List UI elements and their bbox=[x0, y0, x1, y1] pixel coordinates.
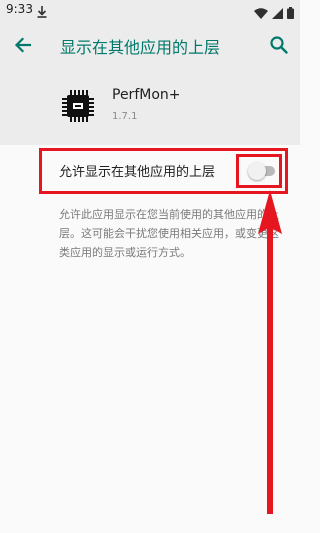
app-version: 1.7.1 bbox=[112, 111, 138, 122]
page-title: 显示在其他应用的上层 bbox=[60, 38, 221, 57]
chip-icon bbox=[60, 88, 96, 124]
app-name: PerfMon+ bbox=[112, 87, 181, 103]
back-button[interactable] bbox=[10, 32, 36, 58]
annotation-arrow bbox=[258, 190, 282, 514]
app-info-header: PerfMon+ 1.7.1 bbox=[0, 70, 300, 145]
setting-description: 允许此应用显示在您当前使用的其他应用的上层。这可能会干扰您使用相关应用，或变更这… bbox=[59, 208, 279, 259]
status-bar: 9:33 bbox=[0, 0, 300, 20]
status-time: 9:33 bbox=[6, 2, 33, 16]
search-icon bbox=[266, 36, 292, 62]
arrow-back-icon bbox=[10, 37, 36, 62]
settings-screen: 9:33 显示在其他应用的上层 PerfMon+ 1.7.1 允许显示在其他应用… bbox=[0, 0, 300, 533]
search-button[interactable] bbox=[266, 32, 292, 58]
switch-highlight-box bbox=[236, 154, 282, 188]
app-bar: 显示在其他应用的上层 bbox=[0, 20, 300, 70]
